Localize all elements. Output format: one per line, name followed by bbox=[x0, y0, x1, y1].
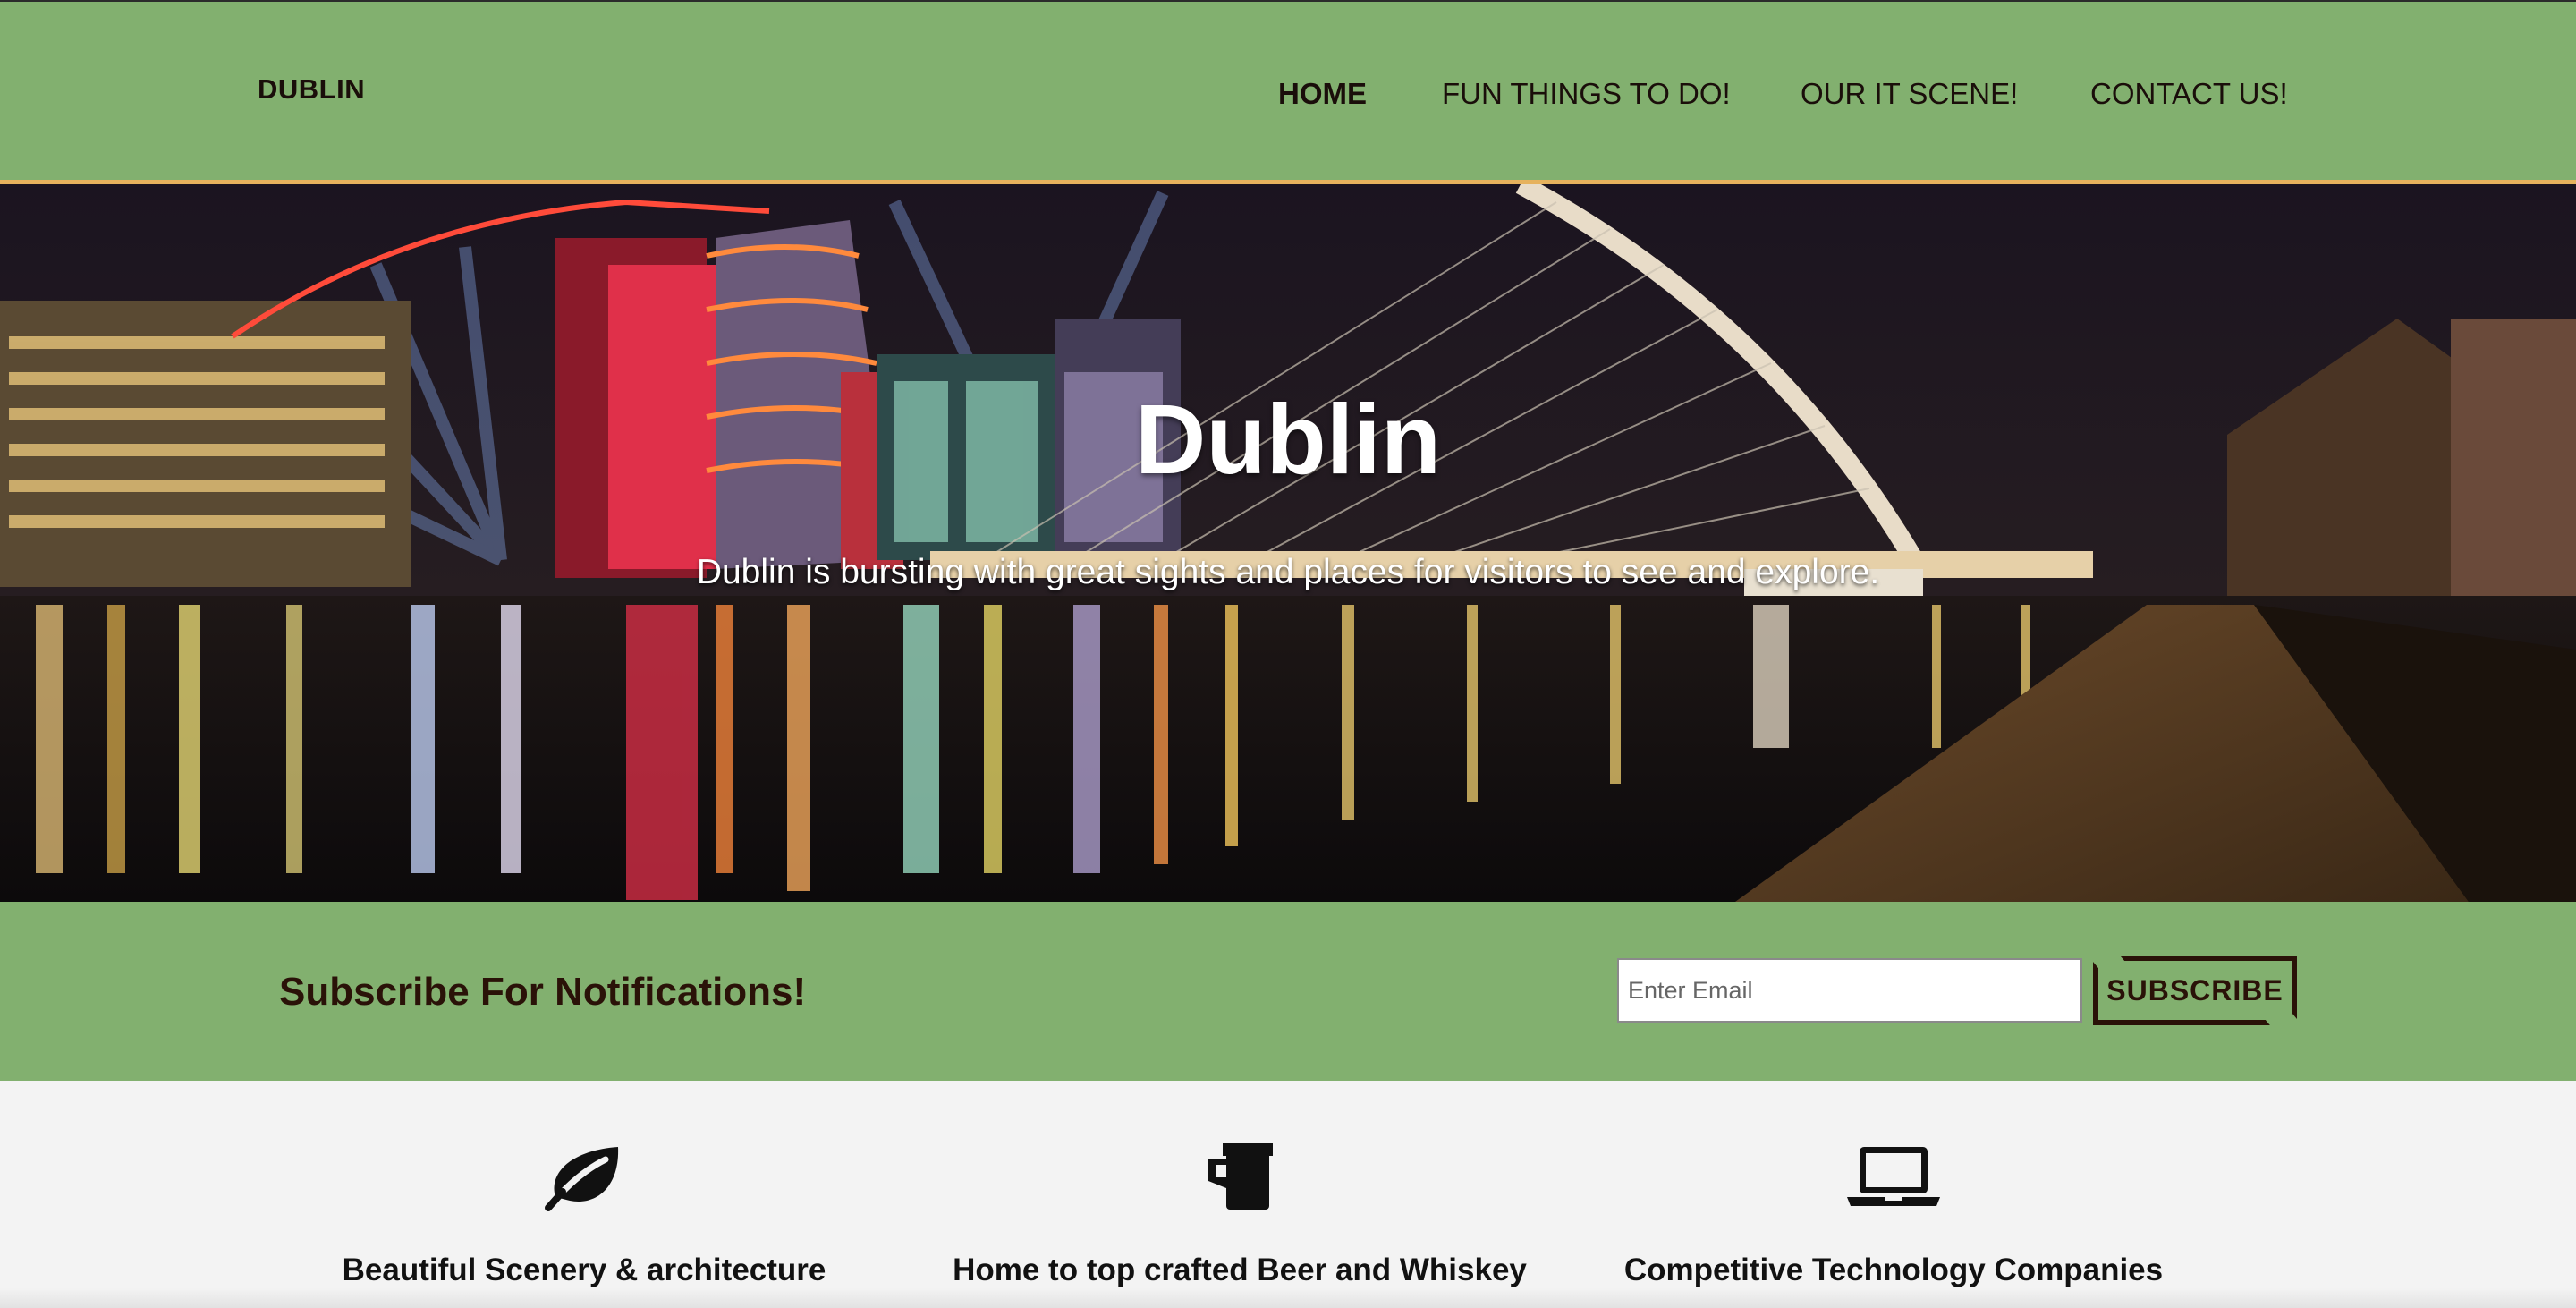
subscribe-button[interactable]: SUBSCRIBE bbox=[2093, 956, 2297, 1025]
hero-background-image bbox=[0, 184, 2576, 902]
feature-technology-caption: Competitive Technology Companies bbox=[1623, 1253, 2164, 1287]
feature-scenery: Beautiful Scenery & architecture bbox=[271, 1081, 897, 1308]
feature-beer-caption: Home to top crafted Beer and Whiskey bbox=[953, 1253, 1527, 1287]
features-bottom-shadow bbox=[0, 1288, 2576, 1308]
nav-item-home[interactable]: HOME bbox=[1278, 77, 1367, 111]
hero-subtitle: Dublin is bursting with great sights and… bbox=[696, 553, 1880, 591]
email-input[interactable] bbox=[1617, 958, 2082, 1023]
site-header: DUBLIN HOME FUN THINGS TO DO! OUR IT SCE… bbox=[0, 2, 2576, 180]
nav-item-it-scene[interactable]: OUR IT SCENE! bbox=[1801, 77, 2018, 111]
laptop-icon bbox=[1847, 1147, 1940, 1206]
features-section: Beautiful Scenery & architecture Home to… bbox=[0, 1081, 2576, 1308]
hero-title: Dublin bbox=[1134, 385, 1442, 495]
subscribe-title: Subscribe For Notifications! bbox=[279, 970, 807, 1014]
leaf-icon bbox=[545, 1147, 619, 1211]
subscribe-button-label: SUBSCRIBE bbox=[2106, 973, 2284, 1006]
nav-item-contact[interactable]: CONTACT US! bbox=[2090, 77, 2288, 111]
feature-scenery-caption: Beautiful Scenery & architecture bbox=[342, 1253, 826, 1287]
subscribe-section: Subscribe For Notifications! SUBSCRIBE bbox=[0, 902, 2576, 1081]
feature-technology: Competitive Technology Companies bbox=[1580, 1081, 2207, 1308]
nav-item-fun-things[interactable]: FUN THINGS TO DO! bbox=[1442, 77, 1731, 111]
feature-beer: Home to top crafted Beer and Whiskey bbox=[927, 1081, 1553, 1308]
main-nav: HOME FUN THINGS TO DO! OUR IT SCENE! CON… bbox=[0, 77, 2576, 113]
hero-banner: Dublin Dublin is bursting with great sig… bbox=[0, 184, 2576, 902]
beer-mug-icon bbox=[1208, 1143, 1273, 1210]
